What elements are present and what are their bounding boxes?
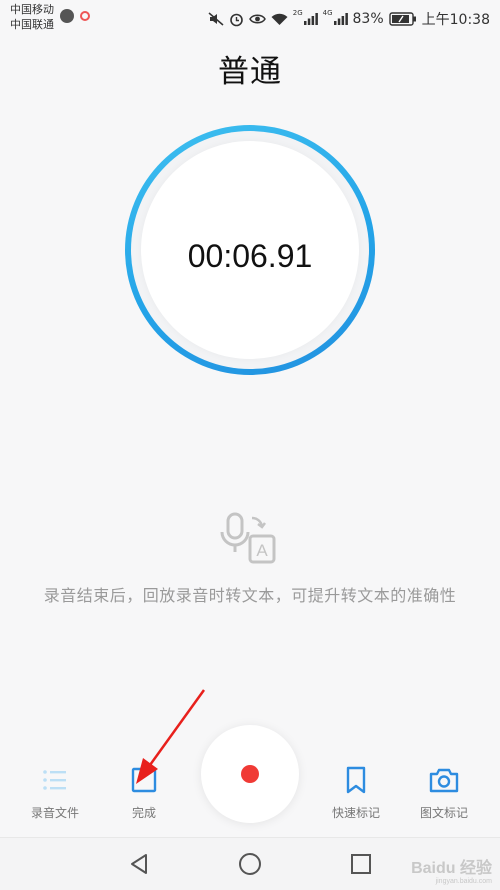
- camera-icon: [429, 768, 459, 793]
- voice-recorder-notification-icon: [60, 9, 74, 23]
- eye-comfort-icon: [248, 14, 266, 24]
- done-button[interactable]: 完成: [104, 765, 184, 821]
- mute-icon: [208, 12, 224, 26]
- stop-square-icon: [131, 767, 157, 793]
- status-indicators: 2G 4G 83% 上午10:38: [208, 9, 490, 29]
- elapsed-time: 00:06.91: [187, 238, 313, 274]
- home-icon[interactable]: [238, 852, 262, 876]
- baidu-watermark: Baidu 经验 jingyan.baidu.com: [411, 854, 492, 885]
- timer-face: 00:06.91: [141, 141, 359, 359]
- back-icon[interactable]: [128, 852, 150, 876]
- recents-icon[interactable]: [350, 852, 372, 876]
- status-bar: 中国移动 中国联通 2G 4G 83% 上午10:38: [0, 0, 500, 36]
- bookmark-icon: [346, 766, 366, 794]
- clock: 上午10:38: [421, 12, 490, 28]
- navigation-bar: Baidu 经验 jingyan.baidu.com: [0, 837, 500, 890]
- battery-icon: [388, 12, 416, 26]
- recordings-label: 录音文件: [30, 806, 79, 820]
- transcription-hint: 录音结束后，回放录音时转文本，可提升转文本的准确性: [43, 586, 457, 605]
- svg-text:A: A: [256, 541, 268, 560]
- watermark-sub: jingyan.baidu.com: [435, 878, 492, 885]
- photo-mark-button[interactable]: 图文标记: [404, 765, 484, 821]
- network-type-1: 2G: [292, 9, 303, 17]
- recordings-button[interactable]: 录音文件: [15, 765, 95, 821]
- quick-mark-label: 快速标记: [331, 806, 380, 820]
- notification-icons: [60, 9, 90, 23]
- record-pause-button[interactable]: [201, 725, 299, 823]
- signal-icon-2: [333, 13, 348, 25]
- list-icon: [43, 770, 66, 790]
- quick-mark-button[interactable]: 快速标记: [316, 765, 396, 821]
- network-type-2: 4G: [322, 9, 333, 17]
- carrier-1: 中国移动: [10, 3, 54, 16]
- wifi-icon: [271, 13, 288, 25]
- signal-icon-1: [303, 13, 318, 25]
- carrier-info: 中国移动 中国联通: [10, 2, 54, 32]
- record-dot-icon: [241, 765, 259, 783]
- watermark-main: Baidu 经验: [411, 860, 492, 877]
- battery-percent: 83%: [352, 11, 384, 27]
- alarm-icon: [229, 13, 243, 26]
- speech-to-text-icon: A: [220, 512, 276, 564]
- timer-ring: 00:06.91: [125, 125, 375, 375]
- app-notification-icon: [80, 11, 90, 21]
- done-label: 完成: [131, 806, 156, 820]
- recording-mode-title: 普通: [218, 54, 282, 90]
- carrier-2: 中国联通: [10, 18, 54, 31]
- photo-mark-label: 图文标记: [419, 806, 468, 820]
